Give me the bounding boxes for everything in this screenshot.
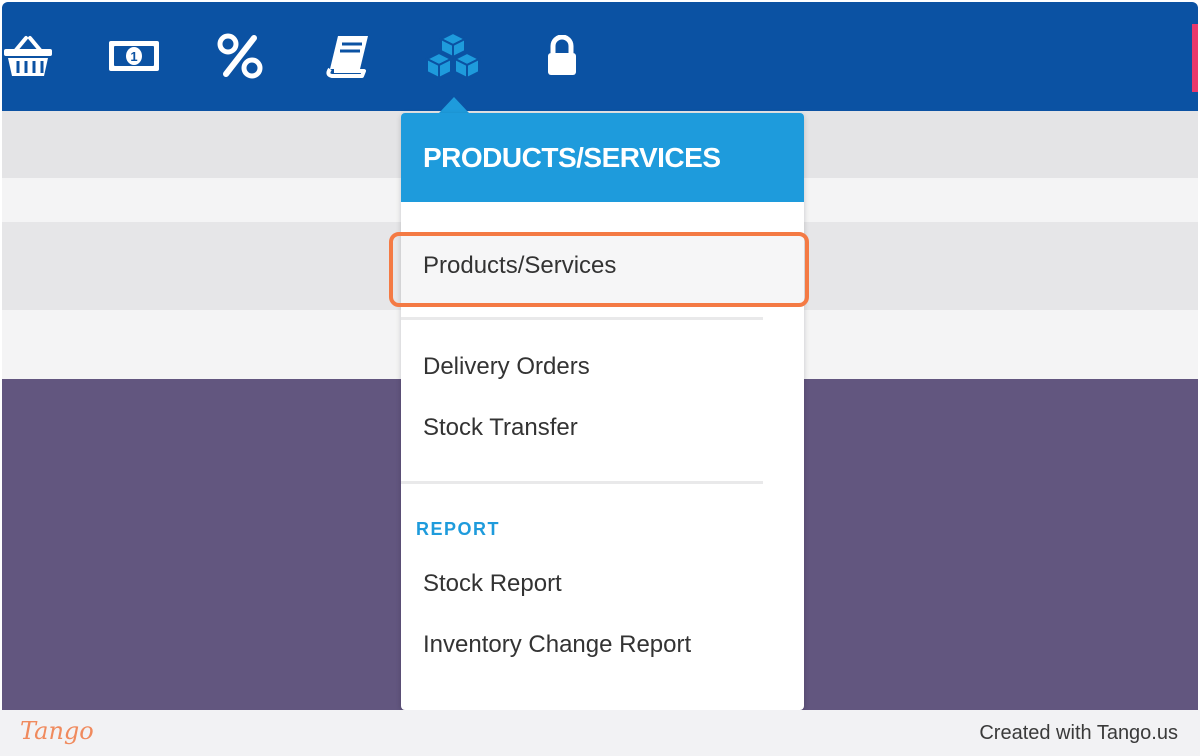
menu-divider	[401, 317, 763, 320]
credit-text: Created with Tango.us	[979, 722, 1178, 744]
lock-icon[interactable]	[542, 32, 582, 80]
menu-item-stock-report[interactable]: Stock Report	[401, 564, 804, 604]
menu-item-products-services[interactable]: Products/Services	[401, 234, 804, 304]
menu-item-inventory-change-report[interactable]: Inventory Change Report	[401, 625, 804, 665]
dropdown-title: PRODUCTS/SERVICES	[401, 113, 804, 202]
report-section-label: REPORT	[416, 519, 501, 539]
svg-text:1: 1	[130, 49, 137, 64]
dropdown-caret	[439, 97, 469, 113]
tango-logo: Tango	[20, 717, 94, 745]
window-edge-accent	[1192, 24, 1198, 92]
footer-bar: Tango Created with Tango.us	[0, 710, 1200, 756]
top-nav-bar: 1	[2, 2, 1198, 111]
basket-icon[interactable]	[2, 32, 54, 80]
menu-item-delivery-orders[interactable]: Delivery Orders	[401, 347, 804, 387]
app-screen: 1 PRODUCTS/SERVICES Products/Services De…	[0, 0, 1200, 710]
products-services-dropdown: PRODUCTS/SERVICES Products/Services Deli…	[401, 113, 804, 710]
book-icon[interactable]	[324, 32, 372, 80]
percent-icon[interactable]	[217, 32, 263, 80]
banknote-icon[interactable]: 1	[107, 32, 161, 80]
boxes-icon[interactable]	[423, 31, 483, 80]
menu-divider	[401, 481, 763, 484]
menu-item-stock-transfer[interactable]: Stock Transfer	[401, 408, 804, 448]
